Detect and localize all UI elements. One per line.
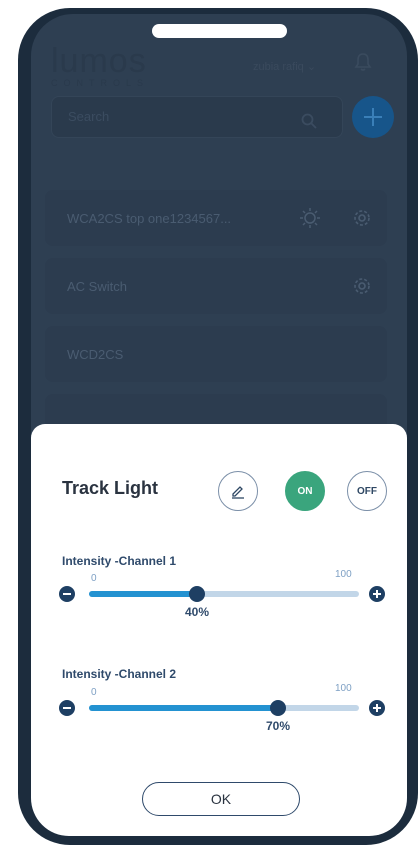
increase-channel-2-button[interactable]: [369, 700, 385, 716]
lumos-logo: lumos CONTROLS: [51, 44, 149, 88]
slider-fill: [89, 591, 197, 597]
device-card[interactable]: AC Switch: [45, 258, 387, 314]
slider-track[interactable]: [89, 586, 359, 602]
pencil-icon: [232, 486, 244, 499]
sun-icon[interactable]: [299, 207, 321, 229]
channel-2-label: Intensity -Channel 2: [62, 667, 177, 681]
slider-max-label: 100: [335, 683, 352, 694]
increase-channel-1-button[interactable]: [369, 586, 385, 602]
sheet-title: Track Light: [62, 478, 159, 498]
user-name: zubia rafiq: [253, 61, 304, 73]
logo-word: lumos: [51, 42, 147, 80]
slider-min-label: 0: [91, 687, 97, 698]
on-button[interactable]: ON: [285, 471, 325, 511]
device-label: WCA2CS top one1234567...: [67, 211, 232, 226]
off-button[interactable]: OFF: [347, 471, 387, 511]
decrease-channel-2-button[interactable]: [59, 700, 75, 716]
device-card[interactable]: WCA2CS top one1234567...: [45, 190, 387, 246]
channel-1-value: 40%: [184, 605, 210, 619]
decrease-channel-1-button[interactable]: [59, 586, 75, 602]
logo-subtitle: CONTROLS: [51, 78, 150, 88]
app-screen: lumos CONTROLS zubia rafiq ⌄ Search WCA2…: [31, 14, 407, 836]
device-control-sheet: Track Light ON OFF Intensity -Channel 1 …: [31, 424, 407, 836]
search-icon[interactable]: [301, 113, 317, 129]
device-label: WCD2CS: [67, 347, 124, 362]
slider-thumb[interactable]: [189, 586, 205, 602]
channel-2-value: 70%: [265, 719, 291, 733]
speaker-notch: [152, 24, 287, 38]
channel-1-label: Intensity -Channel 1: [62, 554, 177, 568]
chevron-down-icon: ⌄: [306, 61, 317, 73]
slider-max-label: 100: [335, 569, 352, 580]
device-card[interactable]: WCD2CS: [45, 326, 387, 382]
search-placeholder: Search: [68, 109, 110, 124]
channel-1-slider[interactable]: 0 100 40%: [59, 569, 389, 619]
add-device-button[interactable]: [352, 96, 394, 138]
edit-button[interactable]: [218, 471, 258, 511]
user-menu[interactable]: zubia rafiq ⌄: [253, 60, 316, 73]
gear-icon[interactable]: [351, 275, 373, 297]
slider-fill: [89, 705, 278, 711]
bell-icon[interactable]: [354, 52, 372, 72]
device-label: AC Switch: [67, 279, 127, 294]
slider-track[interactable]: [89, 700, 359, 716]
search-input[interactable]: Search: [51, 96, 343, 138]
ok-button[interactable]: OK: [142, 782, 300, 816]
slider-min-label: 0: [91, 573, 97, 584]
slider-thumb[interactable]: [270, 700, 286, 716]
channel-2-slider[interactable]: 0 100 70%: [59, 683, 389, 733]
gear-icon[interactable]: [351, 207, 373, 229]
